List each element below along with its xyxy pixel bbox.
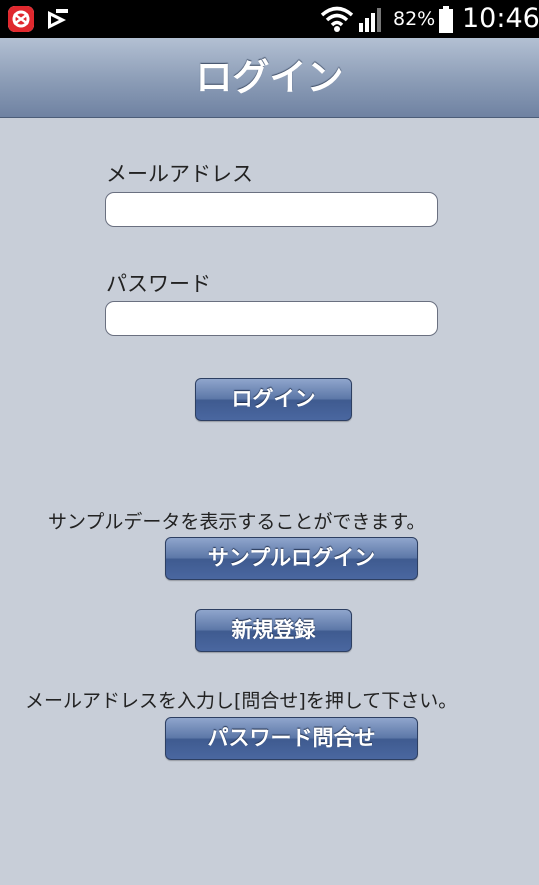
password-label: パスワード (106, 272, 211, 296)
signal-icon (358, 5, 386, 33)
register-button[interactable]: 新規登録 (195, 609, 352, 652)
email-input[interactable] (105, 192, 438, 227)
password-inquiry-button[interactable]: パスワード問合せ (165, 717, 418, 760)
wifi-icon (320, 5, 354, 33)
clock: 10:46 (462, 3, 539, 34)
status-bar: 82% 10:46 (0, 0, 539, 38)
password-input[interactable] (105, 301, 438, 336)
battery-icon (438, 6, 454, 34)
app-notification-icon (8, 6, 34, 32)
password-inquiry-description: メールアドレスを入力し[問合せ]を押して下さい。 (25, 690, 458, 712)
title-bar: ログイン (0, 38, 539, 118)
sample-login-button[interactable]: サンプルログイン (165, 537, 418, 580)
email-label: メールアドレス (106, 162, 253, 186)
page-title: ログイン (195, 56, 344, 99)
app-notification-icon-2 (44, 7, 70, 33)
sample-description: サンプルデータを表示することができます。 (48, 511, 426, 533)
login-button[interactable]: ログイン (195, 378, 352, 421)
battery-percent: 82% (393, 8, 436, 30)
